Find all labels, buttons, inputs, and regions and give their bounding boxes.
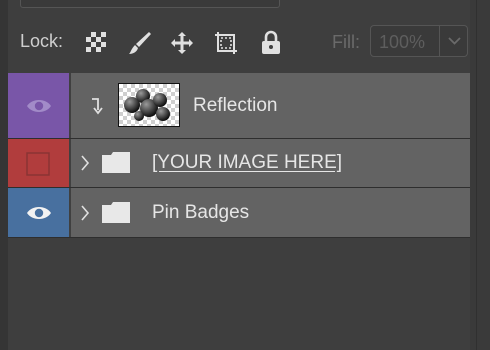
hidden-box-icon: [26, 152, 50, 176]
layer-row-your-image-here[interactable]: [YOUR IMAGE HERE]: [8, 139, 470, 188]
padlock-icon[interactable]: [259, 30, 285, 56]
brush-icon[interactable]: [126, 30, 152, 56]
fill-label: Fill:: [332, 32, 360, 52]
layer-name[interactable]: Pin Badges: [152, 202, 249, 224]
folder-icon: [102, 202, 130, 223]
layer-row-pin-badges[interactable]: Pin Badges: [8, 188, 470, 238]
row-divider: [69, 188, 71, 237]
layer-row-reflection[interactable]: Reflection: [8, 73, 470, 139]
chevron-right-icon[interactable]: [80, 204, 90, 222]
fill-dropdown-button[interactable]: [439, 26, 469, 56]
blend-mode-field[interactable]: [20, 0, 280, 8]
layer-name[interactable]: [YOUR IMAGE HERE]: [152, 152, 342, 174]
layer-thumbnail[interactable]: [118, 83, 180, 127]
fill-opacity-input[interactable]: 100%: [370, 25, 468, 57]
fill-value[interactable]: 100%: [379, 32, 425, 53]
layer-name[interactable]: Reflection: [193, 95, 278, 117]
panel-scrollbar[interactable]: [470, 0, 490, 350]
folder-icon: [102, 152, 130, 173]
visibility-toggle[interactable]: [8, 188, 69, 237]
chevron-down-icon: [448, 37, 461, 45]
badges-thumbnail-image: [124, 89, 170, 121]
transparency-lock-icon[interactable]: [84, 30, 110, 56]
eye-icon: [27, 100, 51, 112]
row-divider: [69, 73, 71, 138]
chevron-right-icon[interactable]: [80, 154, 90, 172]
lock-label: Lock:: [20, 31, 64, 51]
lock-bar: Lock: Fill: 100%: [8, 20, 470, 66]
row-divider: [69, 139, 71, 187]
visibility-toggle[interactable]: [8, 73, 69, 138]
visibility-toggle[interactable]: [8, 139, 69, 187]
scrollbar-divider: [476, 0, 477, 350]
move-icon[interactable]: [169, 30, 195, 56]
clip-arrow-icon: [92, 98, 103, 115]
panel-left-edge: [0, 0, 8, 350]
eye-icon: [27, 207, 51, 219]
artboard-icon[interactable]: [213, 30, 239, 56]
